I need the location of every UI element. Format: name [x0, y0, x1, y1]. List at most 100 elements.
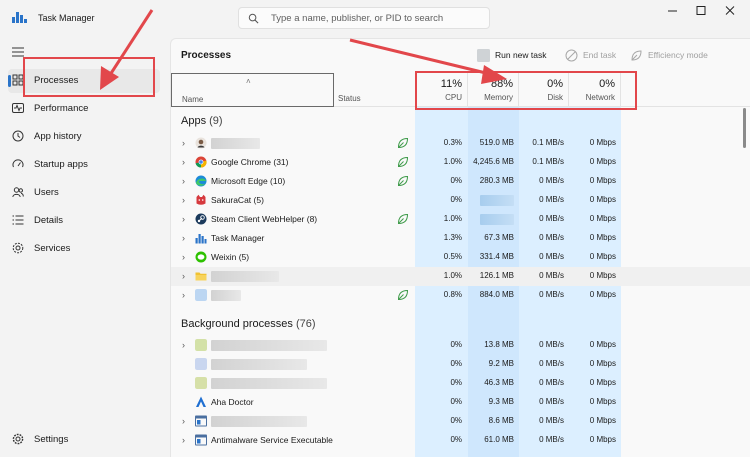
window-icon	[195, 434, 207, 446]
process-name: Task Manager	[211, 233, 265, 243]
expand-chevron-icon[interactable]: ›	[182, 214, 185, 224]
memory-cell: 67.3 MB	[484, 233, 514, 242]
column-header-label: Name	[182, 95, 204, 104]
history-icon	[12, 130, 24, 142]
sidebar-item-processes[interactable]: Processes	[8, 69, 160, 93]
expand-chevron-icon[interactable]: ›	[182, 435, 185, 445]
disk-cell: 0 MB/s	[539, 416, 564, 425]
redacted-memory	[480, 214, 514, 225]
memory-cell: 61.0 MB	[484, 435, 514, 444]
vertical-scrollbar-thumb[interactable]	[743, 108, 746, 148]
minimize-button[interactable]	[662, 4, 684, 18]
column-header-status[interactable]: Status	[338, 94, 361, 103]
cpu-cell: 0.3%	[443, 138, 462, 147]
cpu-cell: 0%	[450, 435, 462, 444]
process-name: Weixin (5)	[211, 252, 250, 262]
sidebar-item-users[interactable]: Users	[8, 181, 160, 205]
window-title: Task Manager	[38, 13, 95, 23]
column-header-label: Network	[585, 93, 615, 102]
run-new-task-button[interactable]: Run new task	[477, 48, 557, 64]
expand-chevron-icon[interactable]: ›	[182, 416, 185, 426]
network-cell: 0 Mbps	[589, 416, 616, 425]
efficiency-leaf-icon	[397, 213, 409, 225]
table-row[interactable]: › Steam Client WebHelper (8) 1.0% 0 MB/s…	[171, 210, 750, 229]
column-header-disk[interactable]: 0% Disk	[519, 73, 569, 107]
sidebar-item-startup-apps[interactable]: Startup apps	[8, 153, 160, 177]
hamburger-menu-icon[interactable]	[12, 47, 24, 57]
title-bar: Task Manager Type a name, publisher, or …	[0, 0, 750, 36]
table-row[interactable]: › Google Chrome (31) 1.0% 4,245.6 MB 0.1…	[171, 153, 750, 172]
network-cell: 0 Mbps	[589, 378, 616, 387]
sidebar-item-performance[interactable]: Performance	[8, 97, 160, 121]
column-header-cpu[interactable]: 11% CPU	[415, 73, 468, 107]
expand-chevron-icon[interactable]: ›	[182, 157, 185, 167]
process-name: SakuraCat (5)	[211, 195, 264, 205]
network-cell: 0 Mbps	[589, 195, 616, 204]
expand-chevron-icon[interactable]: ›	[182, 290, 185, 300]
redacted-name	[211, 416, 307, 427]
app-icon	[195, 339, 207, 351]
end-task-button[interactable]: End task	[565, 48, 623, 64]
memory-cell: 884.0 MB	[479, 290, 514, 299]
column-header-row: ˄ Name Status 11% CPU 88% Memory 0% Disk…	[171, 73, 750, 107]
table-row[interactable]: › 0% 8.6 MB 0 MB/s 0 Mbps	[171, 412, 750, 431]
expand-chevron-icon[interactable]: ›	[182, 233, 185, 243]
section-label: Apps	[181, 115, 207, 127]
table-row[interactable]: › 0% 13.8 MB 0 MB/s 0 Mbps	[171, 336, 750, 355]
cpu-cell: 0%	[450, 416, 462, 425]
maximize-button[interactable]	[690, 4, 712, 18]
redacted-memory	[480, 195, 514, 206]
memory-total-percent: 88%	[490, 78, 513, 90]
sidebar-item-details[interactable]: Details	[8, 209, 160, 233]
cpu-total-percent: 11%	[440, 78, 462, 90]
table-row[interactable]: › 0.3% 519.0 MB 0.1 MB/s 0 Mbps	[171, 134, 750, 153]
sidebar-item-settings[interactable]: Settings	[8, 428, 160, 452]
sidebar-item-services[interactable]: Services	[8, 237, 160, 261]
cpu-cell: 0.8%	[443, 290, 462, 299]
cpu-cell: 1.3%	[443, 233, 462, 242]
table-row[interactable]: › Microsoft Edge (10) 0% 280.3 MB 0 MB/s…	[171, 172, 750, 191]
table-row[interactable]: › SakuraCat (5) 0% 0 MB/s 0 Mbps	[171, 191, 750, 210]
sidebar-item-label: Startup apps	[34, 159, 88, 170]
table-row[interactable]: › 0.8% 884.0 MB 0 MB/s 0 Mbps	[171, 286, 750, 305]
sidebar-item-app-history[interactable]: App history	[8, 125, 160, 149]
table-row[interactable]: › Weixin (5) 0.5% 331.4 MB 0 MB/s 0 Mbps	[171, 248, 750, 267]
table-row[interactable]: Aha Doctor 0% 9.3 MB 0 MB/s 0 Mbps	[171, 393, 750, 412]
expand-chevron-icon[interactable]: ›	[182, 195, 185, 205]
cpu-cell: 0%	[450, 359, 462, 368]
table-row[interactable]: › Task Manager 1.3% 67.3 MB 0 MB/s 0 Mbp…	[171, 229, 750, 248]
section-label: Background processes	[181, 318, 293, 330]
sakuracat-icon	[196, 194, 206, 205]
puzzle-icon	[12, 242, 24, 254]
redacted-name	[211, 378, 327, 389]
expand-chevron-icon[interactable]: ›	[182, 340, 185, 350]
column-header-name[interactable]: ˄ Name	[171, 73, 334, 107]
avatar-icon	[195, 137, 207, 149]
expand-chevron-icon[interactable]: ›	[182, 138, 185, 148]
table-row[interactable]: › 1.0% 126.1 MB 0 MB/s 0 Mbps	[171, 267, 750, 286]
efficiency-leaf-icon	[397, 175, 409, 187]
search-input[interactable]: Type a name, publisher, or PID to search	[238, 7, 490, 29]
expand-chevron-icon[interactable]: ›	[182, 176, 185, 186]
expand-chevron-icon[interactable]: ›	[182, 271, 185, 281]
leaf-icon	[631, 50, 642, 61]
sidebar-item-label: Settings	[34, 434, 69, 445]
table-row[interactable]: 0% 9.2 MB 0 MB/s 0 Mbps	[171, 355, 750, 374]
wechat-icon	[195, 251, 207, 263]
column-header-label: Memory	[484, 93, 513, 102]
column-header-memory[interactable]: 88% Memory	[468, 73, 519, 107]
cpu-cell: 0%	[450, 195, 462, 204]
table-row[interactable]: › Antimalware Service Executable 0% 61.0…	[171, 431, 750, 450]
search-icon	[248, 13, 259, 24]
efficiency-mode-button[interactable]: Efficiency mode	[630, 48, 722, 64]
efficiency-leaf-icon	[397, 289, 409, 301]
sort-ascending-icon: ˄	[246, 77, 251, 86]
process-table: Apps (9) › 0.3% 519.0 MB 0.1 MB/s 0 Mbps…	[171, 107, 750, 457]
close-button[interactable]	[719, 4, 741, 18]
process-name: Steam Client WebHelper (8)	[211, 214, 318, 224]
redacted-name	[211, 359, 307, 370]
table-row[interactable]: 0% 46.3 MB 0 MB/s 0 Mbps	[171, 374, 750, 393]
network-cell: 0 Mbps	[589, 252, 616, 261]
column-header-network[interactable]: 0% Network	[569, 73, 621, 107]
expand-chevron-icon[interactable]: ›	[182, 252, 185, 262]
